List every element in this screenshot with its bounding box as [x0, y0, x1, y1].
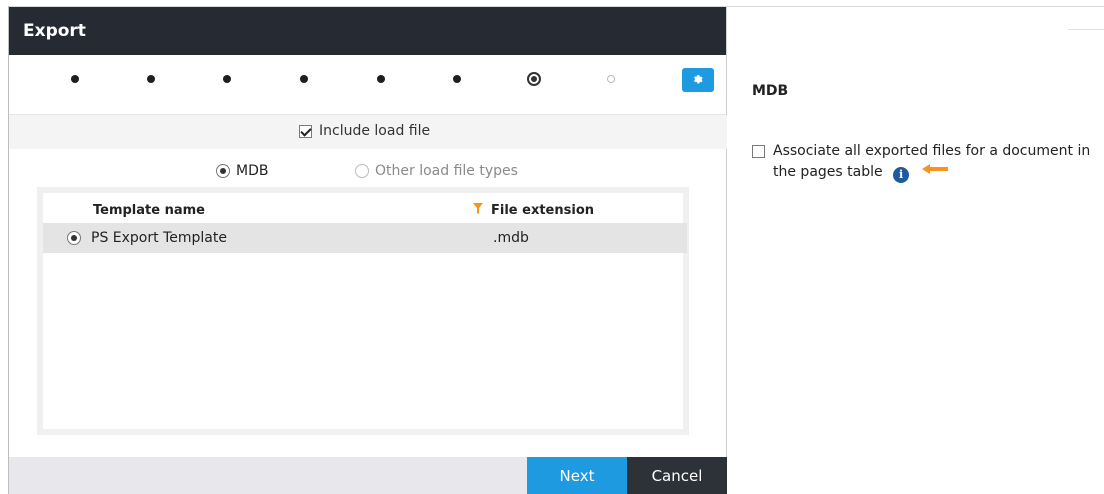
column-header-template-name[interactable]: Template name — [93, 203, 205, 218]
wizard-step[interactable] — [147, 75, 155, 83]
dialog-header: Export — [9, 7, 726, 55]
next-button[interactable]: Next — [527, 457, 627, 494]
file-extension-cell: .mdb — [493, 230, 529, 246]
cancel-button[interactable]: Cancel — [627, 457, 727, 494]
radio-label-other-types: Other load file types — [375, 163, 518, 179]
radio-other-types — [355, 164, 369, 178]
wizard-step[interactable] — [377, 75, 385, 83]
table-header: Template name File extension — [43, 193, 683, 223]
info-icon[interactable]: i — [893, 167, 910, 183]
wizard-step-current[interactable] — [527, 72, 541, 86]
associate-files-option[interactable]: Associate all exported files for a docum… — [752, 142, 1102, 183]
radio-option-other-types: Other load file types — [355, 163, 518, 179]
wizard-steps — [9, 55, 726, 115]
associate-files-label-line2-wrap: the pages table i — [773, 161, 1090, 183]
filter-icon[interactable] — [473, 203, 483, 218]
radio-option-mdb[interactable]: MDB — [216, 163, 268, 179]
include-load-file-checkbox[interactable] — [299, 124, 312, 138]
associate-files-label-block: Associate all exported files for a docum… — [773, 142, 1090, 183]
load-file-type-group: MDB Other load file types — [9, 155, 727, 185]
associate-files-label-line2: the pages table — [773, 164, 883, 180]
gear-icon — [692, 71, 704, 90]
wizard-step[interactable] — [453, 75, 461, 83]
template-name-cell: PS Export Template — [91, 230, 227, 246]
wizard-step[interactable] — [300, 75, 308, 83]
column-header-file-extension[interactable]: File extension — [473, 203, 594, 218]
include-load-file-option[interactable]: Include load file — [299, 123, 430, 139]
radio-mdb[interactable] — [216, 164, 230, 178]
right-panel: MDB Associate all exported files for a d… — [728, 7, 1104, 494]
section-title: MDB — [752, 83, 789, 99]
include-load-file-row: Include load file — [9, 115, 727, 149]
wizard-step-future — [607, 75, 615, 83]
column-header-file-extension-label: File extension — [491, 203, 595, 218]
radio-label-mdb: MDB — [236, 163, 269, 179]
wizard-step[interactable] — [223, 75, 231, 83]
wizard-step[interactable] — [71, 75, 79, 83]
export-dialog: Export Include load file MDB Other load … — [9, 7, 727, 494]
arrow-left-icon — [921, 161, 948, 180]
row-select-radio[interactable] — [67, 231, 81, 245]
associate-files-label-line1: Associate all exported files for a docum… — [773, 143, 1091, 159]
table-row[interactable]: PS Export Template .mdb — [43, 223, 687, 253]
dialog-footer: Next Cancel — [9, 457, 727, 494]
include-load-file-label: Include load file — [319, 123, 431, 139]
associate-files-checkbox[interactable] — [752, 145, 765, 158]
template-table: Template name File extension PS Export T… — [37, 187, 689, 435]
divider — [1068, 29, 1104, 30]
template-table-body: Template name File extension PS Export T… — [43, 193, 687, 429]
dialog-title: Export — [23, 21, 86, 41]
settings-button[interactable] — [682, 68, 714, 92]
